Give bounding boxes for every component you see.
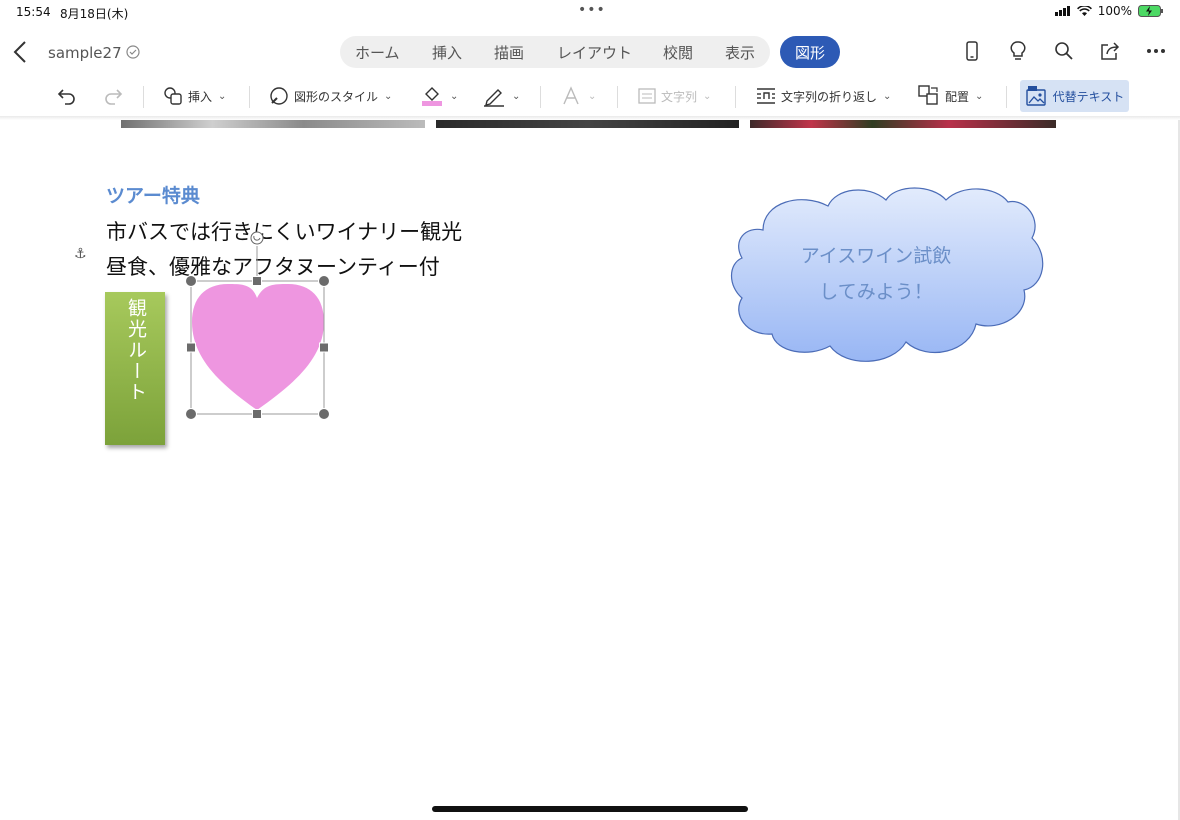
share-icon[interactable] [1099,40,1121,62]
cloud-line-1: アイスワイン試飲 [800,245,952,267]
green-textbox[interactable]: 観光ルート [105,292,165,445]
ribbon-divider [249,86,250,108]
fill-color-button[interactable]: ⌄ [420,78,458,114]
tab-draw[interactable]: 描画 [494,42,524,63]
cloud-callout-text: アイスワイン試飲 してみよう！ [760,238,992,310]
shapes-icon [164,87,182,105]
battery-charging-icon [1138,5,1163,17]
chevron-down-icon: ⌄ [384,90,393,102]
redo-button[interactable] [102,78,124,114]
text-direction-label: 文字列 [661,89,698,104]
insert-label: 挿入 [188,89,213,104]
resize-handle-right[interactable] [319,342,329,353]
chevron-down-icon: ⌄ [588,90,597,102]
chevron-down-icon: ⌄ [975,90,984,102]
shape-style-icon [270,87,288,105]
arrange-button[interactable]: 配置 ⌄ [917,78,983,114]
ribbon-tabs: ホーム 挿入 描画 レイアウト 校閲 表示 [340,36,770,68]
chevron-down-icon: ⌄ [450,90,459,102]
resize-handle-top-right[interactable] [318,275,330,287]
title-row: sample27 ホーム 挿入 描画 レイアウト 校閲 表示 [0,30,1180,74]
tab-insert[interactable]: 挿入 [432,42,462,63]
resize-handle-left[interactable] [186,342,196,353]
heart-shape[interactable] [180,226,340,426]
wrap-text-button[interactable]: 文字列の折り返し ⌄ [755,78,891,114]
more-icon[interactable] [1145,40,1167,62]
wrap-text-label: 文字列の折り返し [781,89,878,104]
tab-shape[interactable]: 図形 [780,36,840,68]
shape-style-label: 図形のスタイル [294,89,379,104]
status-time: 15:54 [16,5,51,19]
text-direction-button[interactable]: 文字列 ⌄ [637,78,711,114]
tab-review[interactable]: 校閲 [663,42,693,63]
multitask-dots[interactable]: ••• [578,2,606,18]
ribbon-divider [735,86,736,108]
pen-icon [484,89,504,107]
ribbon-divider [143,86,144,108]
lightbulb-icon[interactable] [1007,40,1029,62]
page-top-shadow [0,116,1180,120]
undo-icon [57,89,75,105]
alt-text-button[interactable]: 代替テキスト [1020,80,1129,112]
home-indicator[interactable] [432,806,748,812]
resize-handle-bottom-left[interactable] [185,408,197,420]
arrange-icon [918,85,938,105]
chevron-down-icon: ⌄ [883,90,892,102]
wrap-text-icon [757,88,775,104]
text-direction-icon [638,88,656,104]
tab-view[interactable]: 表示 [725,42,755,63]
tab-home[interactable]: ホーム [355,42,400,63]
arrange-label: 配置 [945,89,970,104]
resize-handle-top-left[interactable] [185,275,197,287]
document-name[interactable]: sample27 [48,44,122,62]
paint-bucket-icon [422,87,442,106]
undo-button[interactable] [56,78,78,114]
back-icon[interactable] [10,38,32,66]
chevron-down-icon: ⌄ [218,90,227,102]
signal-icon [1054,6,1070,16]
rotation-handle[interactable] [250,231,264,245]
status-bar: 15:54 8月18日(木) ••• 100% [0,0,1180,24]
ribbon-divider [540,86,541,108]
resize-handle-bottom-right[interactable] [318,408,330,420]
status-right: 100% [1054,4,1164,18]
shape-ribbon: 挿入 ⌄ 図形のスタイル ⌄ ⌄ ⌄ ⌄ 文字列 ⌄ 文字列の折り返し ⌄ 配置 ⌄ 代替… [0,78,1180,114]
alt-text-label: 代替テキスト [1052,89,1125,104]
insert-shape-button[interactable]: 挿入 ⌄ [162,78,226,114]
line-color-button[interactable]: ⌄ [482,78,520,114]
chevron-down-icon: ⌄ [512,90,521,102]
cloud-line-2: してみよう！ [819,281,933,303]
redo-icon [105,89,123,105]
search-icon[interactable] [1053,40,1075,62]
shape-style-button[interactable]: 図形のスタイル ⌄ [268,78,392,114]
green-textbox-text: 観光ルート [125,298,147,403]
mobile-view-icon[interactable] [961,40,983,62]
alt-text-icon [1025,86,1046,106]
text-effect-icon [563,86,579,105]
ribbon-divider [1006,86,1007,108]
battery-percent: 100% [1097,4,1132,18]
cloud-sync-icon [126,45,140,59]
resize-handle-top[interactable] [252,276,262,286]
resize-handle-bottom[interactable] [252,409,262,419]
tab-layout[interactable]: レイアウト [557,42,632,63]
chevron-down-icon: ⌄ [703,90,712,102]
ribbon-divider [617,86,618,108]
status-date: 8月18日(木) [60,7,129,21]
text-effect-button[interactable]: ⌄ [560,78,596,114]
section-heading: ツアー特典 [106,185,200,207]
anchor-icon: ⚓ [74,246,87,262]
wifi-icon [1076,5,1092,16]
